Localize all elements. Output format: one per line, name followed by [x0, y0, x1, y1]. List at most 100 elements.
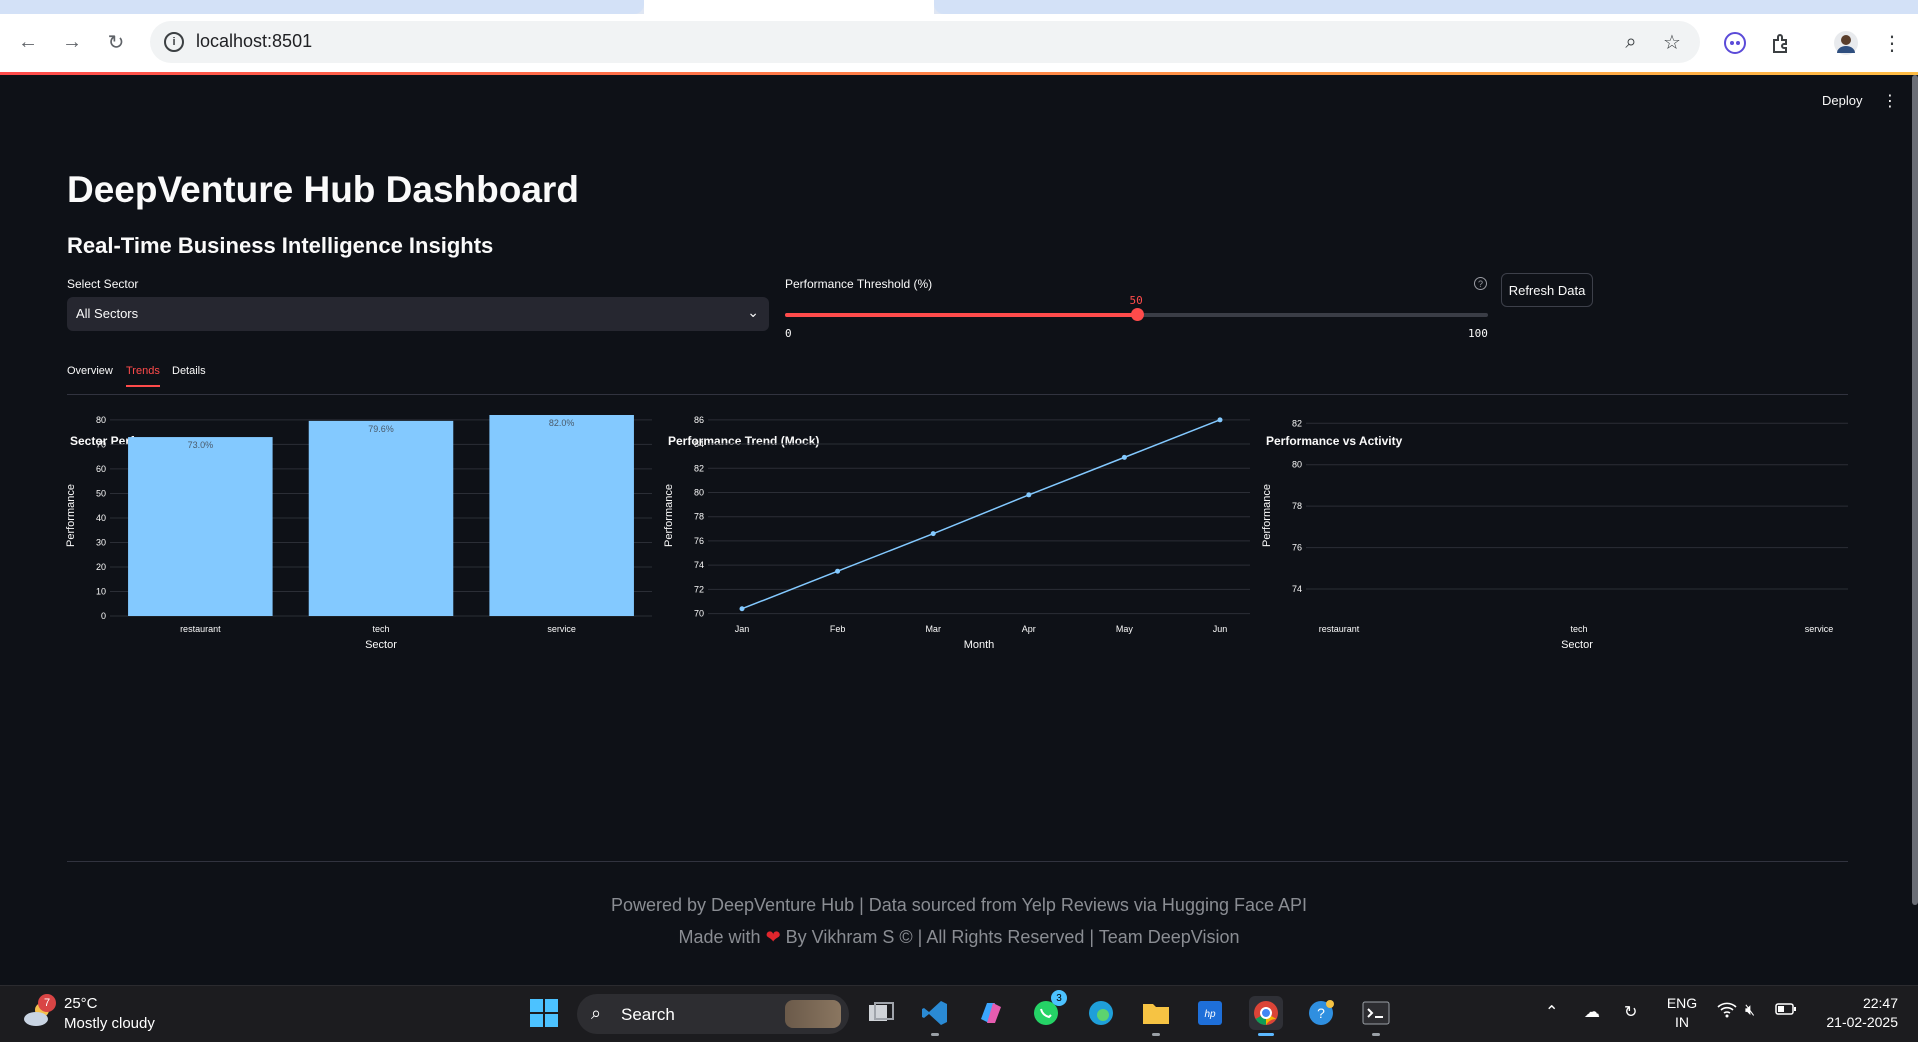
search-highlight-image — [785, 1000, 841, 1028]
search-icon: ⌕ — [591, 1003, 602, 1023]
y-tick-label: 82 — [1292, 418, 1302, 428]
streamlit-app: Deploy ⋮ DeepVenture Hub Dashboard Real-… — [0, 75, 1918, 985]
heart-icon: ❤ — [765, 927, 781, 947]
browser-toolbar: ← → ↻ i localhost:8501 ⌕ ☆ ⋮ — [0, 14, 1918, 72]
forward-icon[interactable]: → — [58, 28, 86, 56]
reload-icon[interactable]: ↻ — [102, 28, 130, 56]
y-tick-label: 78 — [694, 512, 704, 522]
app-active-indicator — [1258, 1033, 1274, 1036]
x-tick-label: tech — [1570, 624, 1587, 634]
x-axis-label: Sector — [365, 639, 397, 651]
x-axis-label: Month — [964, 639, 995, 651]
bookmark-star-icon[interactable]: ☆ — [1661, 31, 1683, 54]
bar — [489, 415, 634, 616]
x-tick-label: Jan — [735, 624, 750, 634]
x-tick-label: Feb — [830, 624, 846, 634]
vscode-icon[interactable] — [918, 996, 952, 1036]
language-indicator-top[interactable]: ENG — [1664, 995, 1700, 1011]
user-avatar-icon[interactable] — [1832, 29, 1860, 57]
volume-muted-icon[interactable]: 🔇︎ — [1745, 1002, 1755, 1020]
y-tick-label: 70 — [694, 609, 704, 619]
data-point — [835, 568, 841, 574]
show-hidden-icons-chevron-icon[interactable]: ⌃ — [1545, 1002, 1558, 1022]
weather-condition[interactable]: Mostly cloudy — [64, 1015, 155, 1032]
browser-tab-active[interactable] — [644, 0, 934, 14]
taskbar-search-label: Search — [621, 1005, 675, 1024]
data-point — [1121, 454, 1127, 460]
y-tick-label: 76 — [694, 536, 704, 546]
edge-icon[interactable] — [1084, 996, 1118, 1030]
bar — [128, 437, 273, 616]
sync-icon[interactable]: ↻ — [1624, 1002, 1637, 1022]
footer-line-2: Made with ❤ By Vikhram S © | All Rights … — [0, 927, 1918, 948]
y-tick-label: 30 — [96, 537, 106, 547]
y-tick-label: 80 — [1292, 460, 1302, 470]
copilot-icon[interactable] — [974, 996, 1008, 1030]
bar-data-label: 79.6% — [368, 424, 394, 434]
y-tick-label: 80 — [694, 487, 704, 497]
y-tick-label: 78 — [1292, 501, 1302, 511]
data-point — [930, 531, 936, 537]
y-axis-label: Performance — [1261, 484, 1273, 547]
y-tick-label: 60 — [96, 464, 106, 474]
wifi-icon[interactable] — [1717, 1002, 1737, 1023]
back-icon[interactable]: ← — [14, 28, 42, 56]
y-tick-label: 74 — [694, 560, 704, 570]
taskbar-search[interactable]: ⌕ Search — [577, 994, 849, 1034]
windows-start-icon[interactable] — [527, 996, 561, 1030]
x-tick-label: restaurant — [180, 624, 221, 634]
clock-time[interactable]: 22:47 — [1808, 995, 1898, 1011]
y-axis-label: Performance — [65, 484, 77, 547]
extensions-puzzle-icon[interactable] — [1767, 29, 1795, 57]
x-tick-label: service — [547, 624, 576, 634]
whatsapp-badge: 3 — [1051, 990, 1067, 1006]
y-tick-label: 40 — [96, 513, 106, 523]
site-info-icon[interactable]: i — [164, 32, 184, 52]
task-view-icon[interactable] — [864, 996, 898, 1030]
browser-tab[interactable] — [934, 0, 1918, 14]
address-bar[interactable]: i localhost:8501 ⌕ ☆ — [150, 21, 1700, 63]
battery-icon[interactable] — [1775, 1002, 1797, 1021]
svg-text:hp: hp — [1204, 1009, 1216, 1020]
zoom-icon[interactable]: ⌕ — [1620, 31, 1642, 53]
y-tick-label: 74 — [1292, 584, 1302, 594]
x-axis-label: Sector — [1561, 639, 1593, 651]
series-line — [741, 419, 1221, 610]
help-app-icon[interactable]: ? — [1304, 996, 1338, 1030]
x-tick-label: restaurant — [1319, 624, 1360, 634]
onedrive-cloud-icon[interactable]: ☁ — [1584, 1002, 1600, 1022]
y-tick-label: 82 — [694, 463, 704, 473]
app-running-indicator — [931, 1033, 939, 1036]
extension-profile-icon[interactable] — [1721, 29, 1749, 57]
whatsapp-icon[interactable]: 3 — [1029, 990, 1067, 1030]
y-tick-label: 0 — [101, 611, 106, 621]
weather-alert-badge: 7 — [38, 994, 56, 1012]
browser-tabstrip — [0, 0, 1918, 14]
app-running-indicator — [1372, 1033, 1380, 1036]
url-text[interactable]: localhost:8501 — [196, 31, 312, 52]
browser-tab[interactable] — [0, 0, 644, 14]
y-tick-label: 84 — [694, 439, 704, 449]
x-tick-label: Apr — [1022, 624, 1036, 634]
bar-data-label: 73.0% — [188, 440, 214, 450]
x-tick-label: service — [1805, 624, 1834, 634]
y-tick-label: 20 — [96, 562, 106, 572]
language-indicator-bottom[interactable]: IN — [1664, 1014, 1700, 1030]
chrome-icon[interactable] — [1249, 996, 1283, 1036]
file-explorer-icon[interactable] — [1139, 996, 1173, 1036]
myhp-icon[interactable]: hp — [1193, 996, 1227, 1030]
y-tick-label: 10 — [96, 586, 106, 596]
y-tick-label: 50 — [96, 488, 106, 498]
clock-date[interactable]: 21-02-2025 — [1808, 1014, 1898, 1030]
data-point — [1217, 417, 1223, 423]
footer-divider — [67, 861, 1848, 862]
weather-temperature[interactable]: 25°C — [64, 995, 98, 1012]
svg-text:?: ? — [1317, 1005, 1325, 1021]
browser-menu-icon[interactable]: ⋮ — [1878, 29, 1906, 57]
bar — [308, 420, 454, 616]
x-tick-label: May — [1116, 624, 1134, 634]
windows-taskbar: 7 25°C Mostly cloudy ⌕ Search 3 hp ? ⌃ ☁… — [0, 985, 1918, 1042]
terminal-icon[interactable] — [1359, 996, 1393, 1036]
data-point — [1026, 492, 1032, 498]
x-tick-label: Mar — [925, 624, 941, 634]
